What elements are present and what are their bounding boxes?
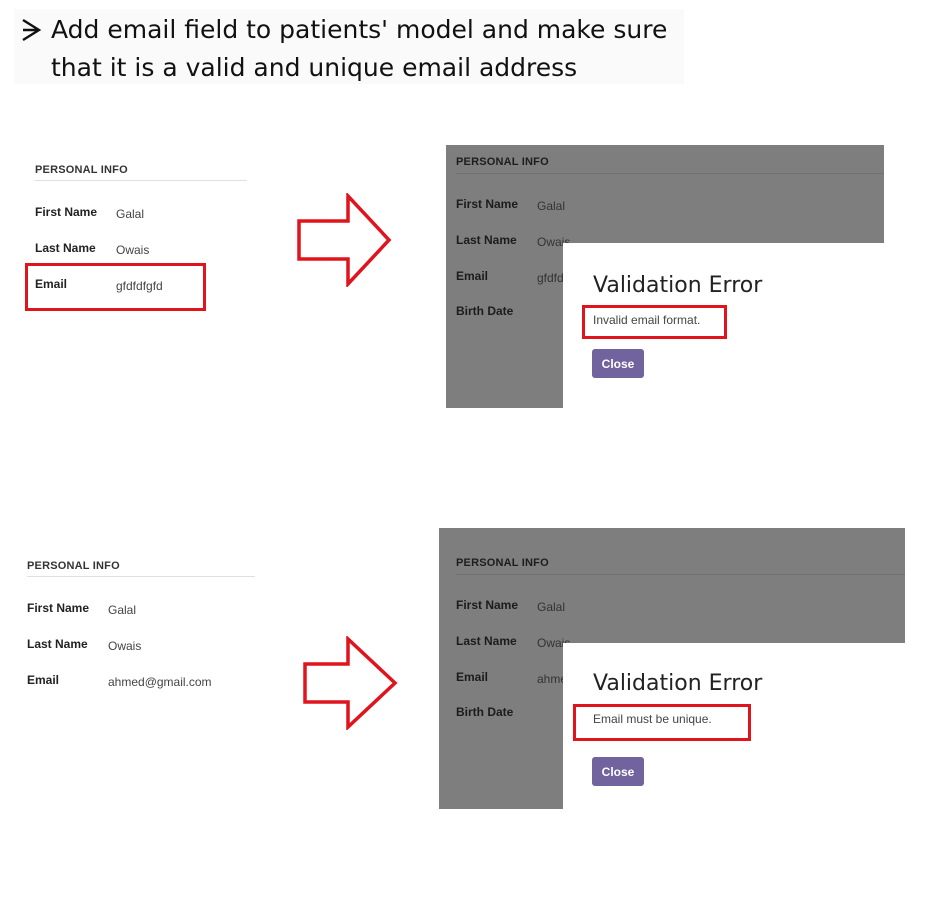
error-message-highlight-box <box>573 704 751 741</box>
field-label-birth-date: Birth Date <box>456 705 514 719</box>
section-title-personal-info: PERSONAL INFO <box>456 557 549 569</box>
close-button[interactable]: Close <box>592 349 644 378</box>
right-arrow-icon <box>303 636 398 730</box>
field-label-last-name: Last Name <box>456 634 517 648</box>
section-title-personal-info: PERSONAL INFO <box>35 164 128 176</box>
field-label-first-name: First Name <box>35 205 98 219</box>
section-divider <box>35 180 247 181</box>
error-screenshot: PERSONAL INFO First Name Galal Last Name… <box>439 528 905 809</box>
section-divider <box>456 173 884 174</box>
field-label-email: Email <box>456 670 489 684</box>
dialog-title: Validation Error <box>593 273 763 298</box>
close-button[interactable]: Close <box>592 757 644 786</box>
section-title-personal-info: PERSONAL INFO <box>456 156 549 168</box>
field-label-first-name: First Name <box>27 601 90 615</box>
heading-line-2: that it is a valid and unique email addr… <box>51 53 578 82</box>
field-label-last-name: Last Name <box>27 637 88 651</box>
field-label-first-name: First Name <box>456 598 519 612</box>
field-label-last-name: Last Name <box>456 233 517 247</box>
field-label-birth-date: Birth Date <box>456 304 514 318</box>
right-arrow-icon <box>297 193 392 287</box>
section-divider <box>456 574 905 575</box>
arrow-bullet-icon <box>22 18 42 42</box>
section-divider <box>27 576 255 577</box>
field-label-email: Email <box>456 269 489 283</box>
section-title-personal-info: PERSONAL INFO <box>27 560 120 572</box>
heading-line-1: Add email field to patients' model and m… <box>51 15 668 44</box>
field-value-first-name[interactable]: Galal <box>108 603 136 617</box>
field-value-email[interactable]: ahmed@gmail.com <box>108 675 212 689</box>
field-value-first-name[interactable]: Galal <box>116 207 144 221</box>
field-value-last-name[interactable]: Owais <box>116 243 149 257</box>
email-highlight-box <box>25 263 206 311</box>
field-value-first-name: Galal <box>537 199 566 213</box>
field-label-email: Email <box>27 673 60 687</box>
dialog-title: Validation Error <box>593 671 763 696</box>
error-message-highlight-box <box>582 305 727 339</box>
field-value-first-name: Galal <box>537 600 566 614</box>
field-label-last-name: Last Name <box>35 241 96 255</box>
field-label-first-name: First Name <box>456 197 519 211</box>
error-screenshot: PERSONAL INFO First Name Galal Last Name… <box>446 145 884 408</box>
field-value-last-name[interactable]: Owais <box>108 639 141 653</box>
